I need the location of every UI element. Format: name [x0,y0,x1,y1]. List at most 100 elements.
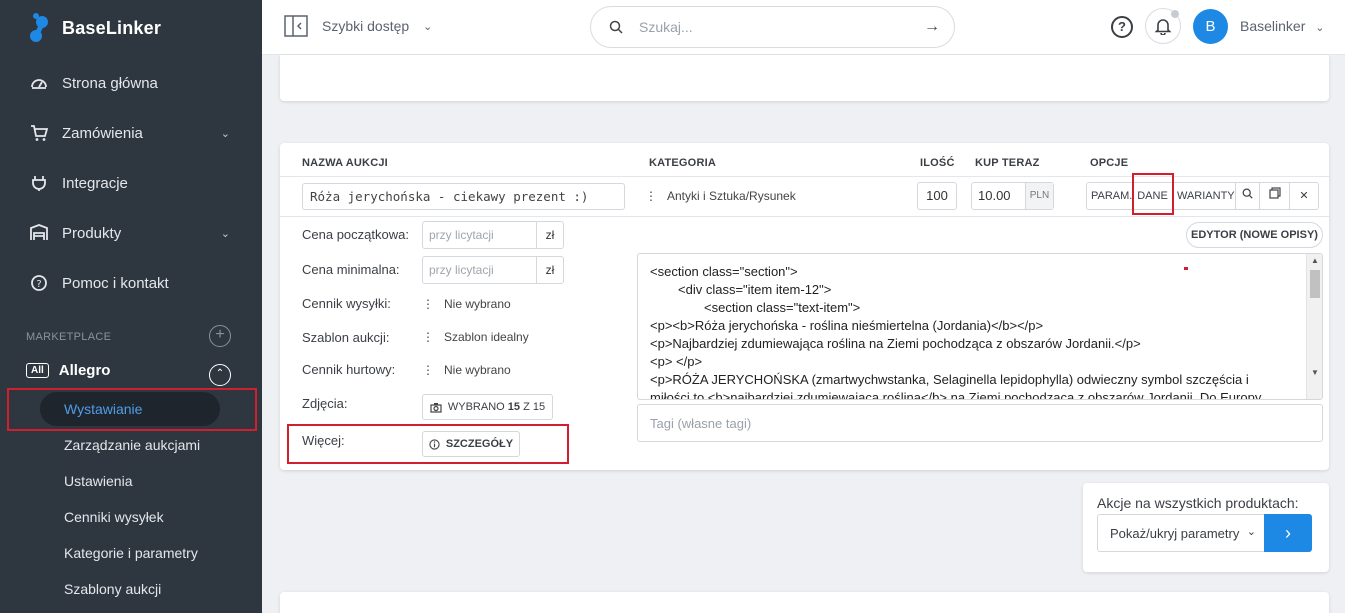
row-divider [280,216,1329,217]
nav-dashboard[interactable]: Strona główna [30,74,230,92]
search-input[interactable]: Szukaj... → [590,6,955,48]
currency-label: PLN [1025,183,1053,209]
nav-label: Produkty [62,224,122,242]
chevron-down-icon[interactable]: ⌄ [423,20,432,33]
sidebar-item-auction-management[interactable]: Zarządzanie aukcjami [64,437,200,453]
quick-access-label[interactable]: Szybki dostęp [322,18,409,34]
bulk-actions-title: Akcje na wszystkich produktach: [1097,495,1299,511]
user-menu[interactable]: Baselinker ⌄ [1240,18,1324,34]
chevron-up-icon[interactable]: ⌃ [209,364,231,386]
kebab-icon[interactable]: ⋮ [645,189,657,203]
nav-orders[interactable]: Zamówienia ⌄ [30,124,230,142]
next-card [280,592,1329,613]
red-marker [1184,267,1188,270]
shipping-label: Cennik wysyłki: [302,296,391,311]
svg-text:?: ? [36,279,41,290]
scroll-up-icon[interactable]: ▲ [1311,256,1319,265]
avatar[interactable]: B [1193,9,1228,44]
kebab-icon[interactable]: ⋮ [422,363,434,377]
chevron-right-icon: › [1285,523,1291,543]
template-label: Szablon aukcji: [302,330,390,345]
copy-icon[interactable] [1260,183,1290,209]
baselinker-logo-icon [30,13,48,42]
start-price-placeholder: przy licytacji [429,228,494,242]
add-marketplace-icon[interactable]: + [209,325,231,347]
sidebar: BaseLinker Strona główna Zamówienia ⌄ In… [0,0,262,613]
search-icon[interactable] [1236,183,1260,209]
code-line: <p>RÓŻA JERYCHOŃSKA (zmartwychwstanka, S… [650,372,1249,387]
sidebar-item-settings[interactable]: Ustawienia [64,473,132,489]
brand-logo[interactable]: BaseLinker [28,12,161,44]
chevron-down-icon[interactable]: ⌄ [221,127,230,140]
min-price-input[interactable]: przy licytacji zł [422,256,564,284]
photos-button[interactable]: WYBRANO 15 Z 15 [422,394,553,420]
warehouse-icon [30,224,48,240]
template-select[interactable]: ⋮ Szablon idealny [422,330,529,344]
nav-help[interactable]: ? Pomoc i kontakt [30,274,230,292]
scrollbar-thumb[interactable] [1310,270,1320,298]
previous-card [280,55,1329,101]
search-icon [609,20,623,34]
sidebar-toggle-icon[interactable] [284,15,308,37]
wholesale-label: Cennik hurtowy: [302,362,396,377]
marketplace-section-label: MARKETPLACE [26,331,112,343]
nav-label: Integracje [62,174,128,192]
params-button[interactable]: PARAM. [1087,183,1133,209]
allegro-badge: All [26,363,49,378]
shipping-value: Nie wybrano [444,297,511,311]
code-line: <p> </p> [650,354,703,369]
min-price-placeholder: przy licytacji [429,263,494,277]
sidebar-item-shipping-pricelists[interactable]: Cenniki wysyłek [64,509,164,525]
wholesale-value: Nie wybrano [444,363,511,377]
category-field[interactable]: ⋮ Antyki i Sztuka/Rysunek [645,189,796,203]
auction-name-input[interactable]: Róża jerychońska - ciekawy prezent :) [302,183,625,210]
arrow-right-icon[interactable]: → [924,18,940,36]
nav-label: Zamówienia [62,124,143,142]
search-placeholder: Szukaj... [639,19,693,35]
bulk-action-select[interactable]: Pokaż/ukryj parametry ⌄ [1097,514,1265,552]
code-line: miłości to <b>najbardziej zdumiewająca r… [650,390,1262,400]
help-icon[interactable]: ? [1111,16,1133,38]
sidebar-item-categories[interactable]: Kategorie i parametry [64,545,198,561]
user-name: Baselinker [1240,18,1306,34]
col-header-buy-now: KUP TERAZ [975,157,1040,169]
shipping-select[interactable]: ⋮ Nie wybrano [422,297,511,311]
code-line: <div class="item item-12"> [678,282,832,297]
tags-input[interactable]: Tagi (własne tagi) [637,404,1323,442]
scrollbar[interactable]: ▲ ▼ [1306,254,1322,399]
nav-products[interactable]: Produkty ⌄ [30,224,230,242]
chevron-down-icon: ⌄ [1315,22,1325,34]
description-textarea[interactable]: <section class="section"> <div class="it… [637,253,1323,400]
variants-button[interactable]: WARIANTY [1173,183,1236,209]
bulk-actions-card: Akcje na wszystkich produktach: Pokaż/uk… [1083,483,1329,572]
highlight-frame [7,388,257,431]
sidebar-item-templates[interactable]: Szablony aukcji [64,581,161,597]
price-value: 10.00 [978,188,1011,203]
quick-access[interactable]: Szybki dostęp ⌄ [284,15,432,37]
bulk-action-go-button[interactable]: › [1264,514,1312,552]
close-icon[interactable]: ✕ [1290,183,1318,209]
category-value: Antyki i Sztuka/Rysunek [667,189,796,203]
brand-name: BaseLinker [62,17,162,38]
kebab-icon[interactable]: ⋮ [422,297,434,311]
nav-integrations[interactable]: Integracje [30,174,230,192]
start-price-label: Cena początkowa: [302,227,409,242]
photos-mid: Z [523,401,530,413]
quantity-input[interactable]: 100 [917,182,957,210]
price-unit: zł [536,257,563,283]
bulk-action-value: Pokaż/ukryj parametry [1110,526,1240,541]
col-header-category: KATEGORIA [649,157,716,169]
buy-now-price-input[interactable]: 10.00 PLN [971,182,1054,210]
kebab-icon[interactable]: ⋮ [422,330,434,344]
code-line: <p>Najbardziej zdumiewająca roślina na Z… [650,336,1141,351]
camera-icon [430,402,442,413]
scroll-down-icon[interactable]: ▼ [1311,368,1319,377]
code-line: <section class="section"> [650,264,798,279]
highlight-frame [1132,173,1174,215]
chevron-down-icon[interactable]: ⌄ [221,227,230,240]
editor-button[interactable]: EDYTOR (NOWE OPISY) [1186,222,1323,248]
allegro-group[interactable]: All Allegro [26,362,110,379]
wholesale-select[interactable]: ⋮ Nie wybrano [422,363,511,377]
start-price-input[interactable]: przy licytacji zł [422,221,564,249]
help-icon: ? [31,275,47,291]
